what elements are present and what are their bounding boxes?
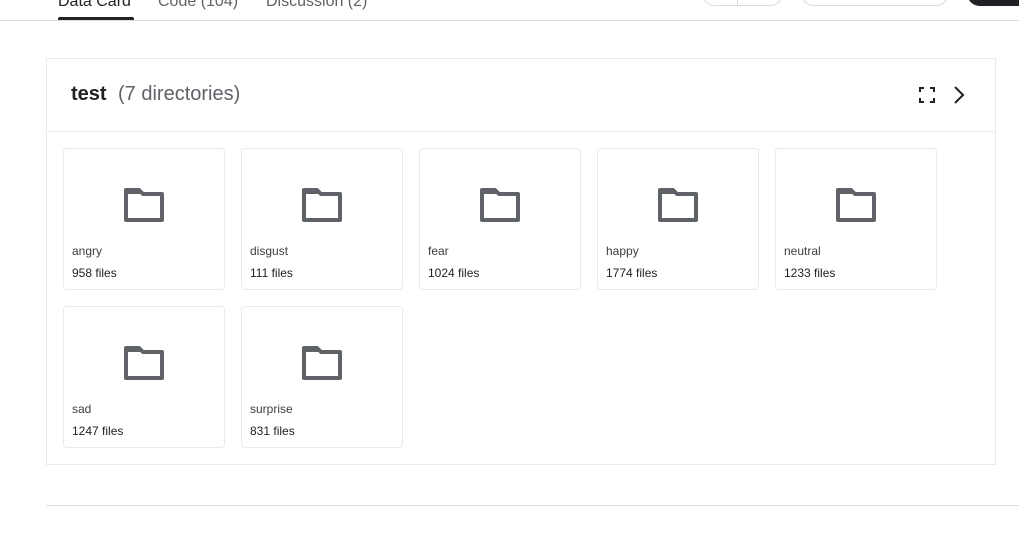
- file-count: 111 files: [250, 266, 293, 280]
- folder-name: angry: [72, 244, 103, 258]
- primary-button[interactable]: [967, 0, 1019, 6]
- folder-name: neutral: [784, 244, 821, 258]
- top-navigation-bar: Data Card Code (104) Discussion (2): [0, 0, 1019, 21]
- panel-header: test (7 directories): [47, 59, 995, 132]
- folder-name: surprise: [250, 402, 293, 416]
- panel-title: test: [71, 83, 107, 105]
- folder-icon: [124, 346, 164, 380]
- folder-card-sad[interactable]: sad 1247 files: [63, 306, 225, 448]
- folder-card-neutral[interactable]: neutral 1233 files: [775, 148, 937, 290]
- folder-name: fear: [428, 244, 449, 258]
- folder-icon: [124, 188, 164, 222]
- directory-count: (7 directories): [118, 83, 241, 105]
- file-count: 1024 files: [428, 266, 480, 280]
- folder-name: disgust: [250, 244, 289, 258]
- folder-name: sad: [72, 402, 92, 416]
- folder-name: happy: [606, 244, 639, 258]
- folder-card-angry[interactable]: angry 958 files: [63, 148, 225, 290]
- folder-icon: [836, 188, 876, 222]
- file-count: 1233 files: [784, 266, 836, 280]
- folder-card-happy[interactable]: happy 1774 files: [597, 148, 759, 290]
- fullscreen-icon[interactable]: [915, 83, 939, 107]
- folder-icon: [480, 188, 520, 222]
- tab-data-card[interactable]: Data Card: [58, 0, 131, 16]
- folder-card-surprise[interactable]: surprise 831 files: [241, 306, 403, 448]
- folder-icon: [302, 346, 342, 380]
- active-tab-indicator: [58, 17, 134, 20]
- folder-card-fear[interactable]: fear 1024 files: [419, 148, 581, 290]
- folder-icon: [302, 188, 342, 222]
- button-group[interactable]: [702, 0, 783, 6]
- file-count: 831 files: [250, 424, 295, 438]
- tab-discussion[interactable]: Discussion (2): [266, 0, 367, 16]
- folder-card-disgust[interactable]: disgust 111 files: [241, 148, 403, 290]
- file-count: 1247 files: [72, 424, 124, 438]
- action-button[interactable]: [801, 0, 949, 6]
- divider: [46, 505, 1019, 506]
- divider: [737, 0, 738, 5]
- chevron-right-icon[interactable]: [947, 83, 971, 107]
- directory-panel: test (7 directories) angry 958 files disgu…: [46, 58, 996, 465]
- folder-icon: [658, 188, 698, 222]
- file-count: 958 files: [72, 266, 117, 280]
- tab-code[interactable]: Code (104): [158, 0, 238, 16]
- file-count: 1774 files: [606, 266, 658, 280]
